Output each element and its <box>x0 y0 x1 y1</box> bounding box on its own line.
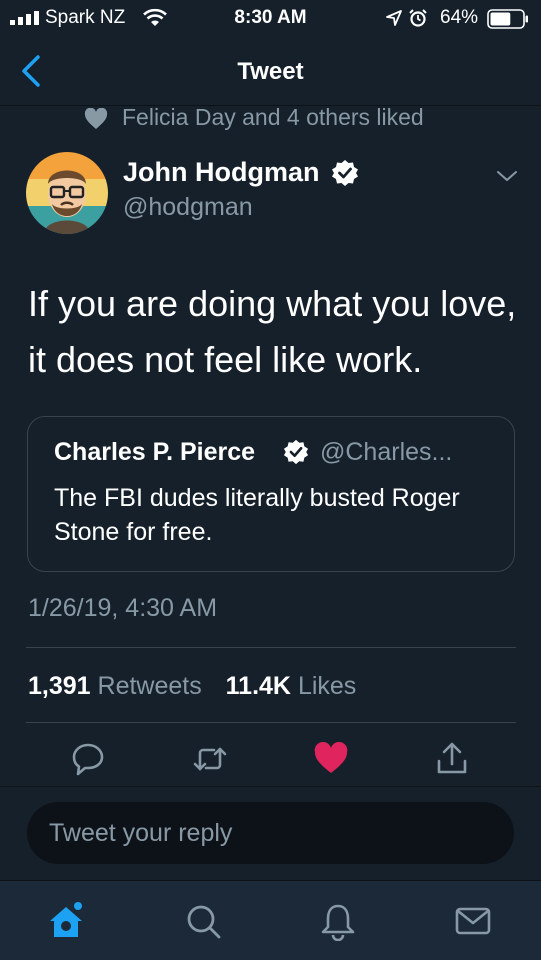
notifications-icon[interactable] <box>318 901 358 941</box>
tab-bar <box>0 880 541 960</box>
home-icon[interactable] <box>46 901 86 941</box>
page-title: Tweet <box>237 58 304 85</box>
retweets-label[interactable]: Retweets <box>98 672 202 700</box>
alarm-icon <box>409 9 427 27</box>
reply-input[interactable] <box>27 802 514 864</box>
nav-bar: Tweet <box>0 40 541 106</box>
divider <box>26 647 516 648</box>
divider <box>26 722 516 723</box>
like-count[interactable]: 11.4K <box>226 672 291 700</box>
verified-badge-icon <box>283 439 309 465</box>
avatar[interactable] <box>26 152 108 234</box>
quoted-tweet-text: The FBI dudes literally busted Roger Sto… <box>54 484 460 546</box>
avatar-illustration <box>26 152 108 234</box>
social-context-text: Felicia Day and 4 others liked <box>122 104 424 130</box>
messages-icon[interactable] <box>453 901 493 941</box>
heart-icon <box>84 108 108 129</box>
author-name[interactable]: John Hodgman <box>123 157 320 188</box>
location-icon <box>386 10 402 26</box>
battery-percent: 64% <box>440 7 479 28</box>
status-bar: Spark NZ 8:30 AM 64% <box>0 0 541 36</box>
quoted-author-handle: @Charles... <box>320 438 453 466</box>
retweet-count[interactable]: 1,391 <box>28 672 91 700</box>
tweet-timestamp: 1/26/19, 4:30 AM <box>28 594 218 622</box>
tweet-text: If you are doing what you love, it does … <box>28 283 517 380</box>
share-icon[interactable] <box>434 741 470 777</box>
battery-icon <box>487 9 528 29</box>
quoted-tweet-card[interactable]: Charles P. Pierce @Charles... The FBI du… <box>27 416 515 572</box>
retweet-icon[interactable] <box>192 741 228 777</box>
quoted-author-name: Charles P. Pierce <box>54 438 256 466</box>
like-icon[interactable] <box>313 741 349 777</box>
search-icon[interactable] <box>183 901 223 941</box>
reply-icon[interactable] <box>70 741 106 777</box>
tweet-stats: 1,391 Retweets 11.4K Likes <box>28 672 356 701</box>
chevron-down-icon[interactable] <box>495 168 519 184</box>
reply-bar <box>0 786 541 880</box>
likes-label[interactable]: Likes <box>298 672 356 700</box>
author-handle[interactable]: @hodgman <box>123 193 253 222</box>
verified-badge-icon <box>332 160 358 186</box>
